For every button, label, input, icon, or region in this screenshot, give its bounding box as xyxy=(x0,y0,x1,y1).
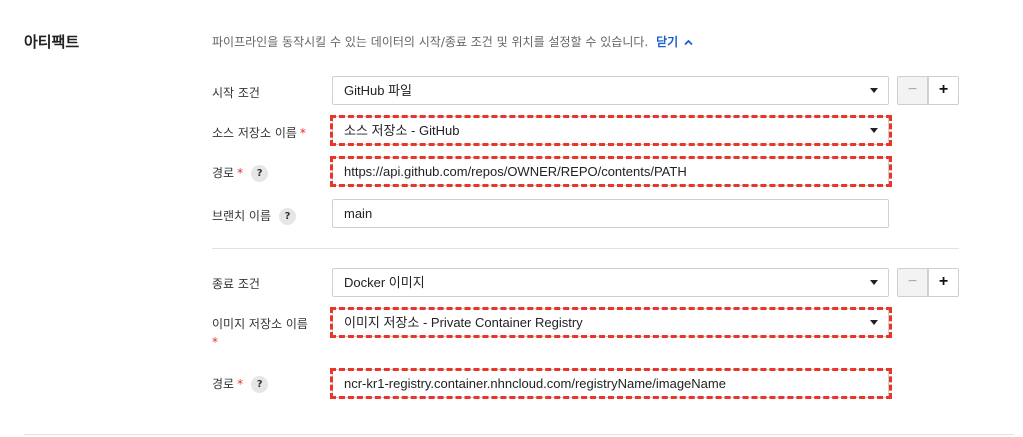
end-condition-label: 종료 조건 xyxy=(212,277,260,291)
start-condition-select[interactable]: GitHub 파일 xyxy=(332,76,889,105)
image-repo-value: 이미지 저장소 - Private Container Registry xyxy=(344,315,583,330)
dropdown-caret-icon xyxy=(870,88,878,93)
end-path-label: 경로 *? xyxy=(212,375,269,393)
dropdown-caret-icon xyxy=(870,320,878,325)
chevron-up-icon xyxy=(684,39,693,46)
start-path-value: https://api.github.com/repos/OWNER/REPO/… xyxy=(344,164,687,179)
branch-label: 브랜치 이름? xyxy=(212,207,297,225)
end-condition-add-button[interactable]: + xyxy=(928,268,959,297)
help-icon[interactable]: ? xyxy=(279,208,297,225)
section-description: 파이프라인을 동작시킬 수 있는 데이터의 시작/종료 조건 및 위치를 설정할… xyxy=(212,33,693,50)
end-condition-value: Docker 이미지 xyxy=(344,275,425,290)
dropdown-caret-icon xyxy=(870,128,878,133)
required-mark: * xyxy=(237,166,244,180)
end-condition-select[interactable]: Docker 이미지 xyxy=(332,268,889,297)
source-repo-label: 소스 저장소 이름 * xyxy=(212,124,306,141)
branch-input[interactable]: main xyxy=(332,199,889,228)
start-path-label-text: 경로 xyxy=(212,166,235,180)
help-icon[interactable]: ? xyxy=(251,376,269,393)
start-condition-value: GitHub 파일 xyxy=(344,83,412,98)
image-repo-label: 이미지 저장소 이름 * xyxy=(212,315,308,351)
close-link[interactable]: 닫기 xyxy=(656,35,693,49)
required-mark: * xyxy=(212,335,218,349)
source-repo-value: 소스 저장소 - GitHub xyxy=(344,123,460,138)
end-path-value: ncr-kr1-registry.container.nhncloud.com/… xyxy=(344,376,726,391)
required-mark: * xyxy=(237,377,244,391)
start-condition-label: 시작 조건 xyxy=(212,86,260,100)
start-path-label: 경로 *? xyxy=(212,164,269,182)
description-text: 파이프라인을 동작시킬 수 있는 데이터의 시작/종료 조건 및 위치를 설정할… xyxy=(212,35,649,49)
close-label: 닫기 xyxy=(656,35,679,49)
help-icon[interactable]: ? xyxy=(251,165,269,182)
dropdown-caret-icon xyxy=(870,280,878,285)
start-condition-add-button[interactable]: + xyxy=(928,76,959,105)
section-title: 아티팩트 xyxy=(24,33,80,51)
source-repo-select[interactable]: 소스 저장소 - GitHub xyxy=(332,116,889,145)
image-repo-label-text: 이미지 저장소 이름 xyxy=(212,317,308,331)
start-path-input[interactable]: https://api.github.com/repos/OWNER/REPO/… xyxy=(332,157,889,186)
image-repo-select[interactable]: 이미지 저장소 - Private Container Registry xyxy=(332,308,889,337)
section-divider xyxy=(212,248,959,249)
start-condition-remove-button[interactable]: − xyxy=(897,76,928,105)
source-repo-label-text: 소스 저장소 이름 xyxy=(212,126,297,140)
branch-value: main xyxy=(344,206,373,221)
branch-label-text: 브랜치 이름 xyxy=(212,209,272,223)
bottom-divider xyxy=(24,434,1014,435)
end-path-label-text: 경로 xyxy=(212,377,235,391)
required-mark: * xyxy=(299,126,306,140)
end-path-input[interactable]: ncr-kr1-registry.container.nhncloud.com/… xyxy=(332,369,889,398)
end-condition-remove-button[interactable]: − xyxy=(897,268,928,297)
